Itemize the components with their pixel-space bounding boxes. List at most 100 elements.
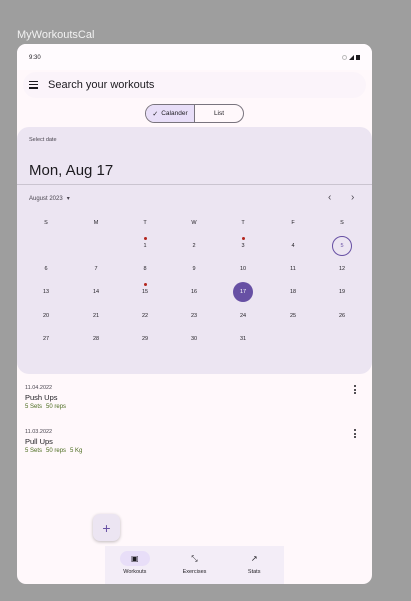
chevron-left-icon[interactable]: ‹ <box>328 192 331 203</box>
day-number: 13 <box>42 289 50 296</box>
day-number: 15 <box>141 289 149 296</box>
dumbbell-icon: ⤡ <box>191 553 198 563</box>
calendar-day[interactable]: 21 <box>86 306 106 326</box>
wifi-icon <box>342 55 347 60</box>
nav-label-stats: Stats <box>247 569 261 575</box>
day-number: 3 <box>241 243 245 249</box>
day-number: 31 <box>239 335 247 342</box>
day-number: 21 <box>92 312 100 319</box>
nav-label-exercises: Exercises <box>182 569 207 575</box>
workout-tag: 5 Kg <box>70 448 83 454</box>
bottom-navigation: ▣ Workouts ⤡ Exercises ↗ Stats <box>105 546 284 584</box>
day-number: 12 <box>338 266 346 273</box>
calendar-day[interactable]: 20 <box>36 306 56 326</box>
calendar-day[interactable]: 28 <box>86 329 106 349</box>
chevron-right-icon[interactable]: › <box>351 192 354 203</box>
day-number: 8 <box>143 266 147 273</box>
workout-tag: 5 Sets <box>25 448 43 454</box>
calendar-day[interactable]: 25 <box>283 306 303 326</box>
date-picker: Select date Mon, Aug 17 August 2023 ▾ ‹ … <box>17 127 372 374</box>
calendar-day[interactable]: 31 <box>233 329 253 349</box>
selected-date-headline: Mon, Aug 17 <box>29 162 114 179</box>
picker-label: Select date <box>29 137 57 143</box>
nav-label-workouts: Workouts <box>123 569 147 575</box>
search-input[interactable]: Search your workouts <box>48 79 154 91</box>
workout-tags: 5 Sets 50 reps 5 Kg <box>25 448 82 454</box>
nav-item-exercises[interactable]: ⤡ Exercises <box>165 546 225 584</box>
calendar-day[interactable]: 3 <box>233 236 253 256</box>
signal-icon <box>349 55 354 60</box>
day-number: 18 <box>289 289 297 296</box>
window-title: MyWorkoutsCal <box>17 29 95 41</box>
add-workout-button[interactable]: + <box>93 514 120 541</box>
calendar-day[interactable]: 13 <box>36 282 56 302</box>
trending-up-icon: ↗ <box>250 553 258 563</box>
calendar-day[interactable]: 24 <box>233 306 253 326</box>
day-number: 28 <box>92 335 100 342</box>
workout-indicator-dot <box>241 237 245 240</box>
menu-icon[interactable] <box>29 81 38 89</box>
weekday-label: S <box>340 220 344 226</box>
status-bar: 9:30 <box>17 44 372 70</box>
day-number: 29 <box>141 335 149 342</box>
calendar-day[interactable]: 10 <box>233 259 253 279</box>
list-view-button[interactable]: List <box>195 105 243 122</box>
calendar-day[interactable]: 5 <box>332 236 352 256</box>
calendar-day[interactable]: 4 <box>283 236 303 256</box>
calendar-day[interactable]: 22 <box>135 306 155 326</box>
calendar-day[interactable]: 23 <box>184 306 204 326</box>
calendar-day[interactable]: 2 <box>184 236 204 256</box>
month-year-dropdown[interactable]: August 2023 ▾ <box>29 195 70 203</box>
dropdown-arrow-icon: ▾ <box>66 196 70 202</box>
calendar-day[interactable]: 14 <box>86 282 106 302</box>
weekday-label: M <box>93 220 99 226</box>
workout-name: Pull Ups <box>25 437 53 446</box>
calendar-day[interactable]: 26 <box>332 306 352 326</box>
check-icon: ✓ <box>152 110 159 118</box>
search-bar[interactable]: Search your workouts <box>23 72 366 98</box>
day-number: 19 <box>338 289 346 296</box>
workout-name: Push Ups <box>25 393 58 402</box>
calendar-day[interactable]: 27 <box>36 329 56 349</box>
more-vert-icon[interactable] <box>354 385 357 394</box>
calendar-day[interactable]: 19 <box>332 282 352 302</box>
calendar-day[interactable]: 12 <box>332 259 352 279</box>
calendar-day[interactable]: 11 <box>283 259 303 279</box>
workout-tag: 5 Sets <box>25 404 43 410</box>
calendar-day[interactable]: 15 <box>135 282 155 302</box>
workout-card[interactable]: 11.04.2022 Push Ups 5 Sets 50 reps <box>17 385 372 427</box>
day-number: 5 <box>340 243 344 249</box>
weekday-label: F <box>291 220 295 226</box>
calendar-day[interactable]: 1 <box>135 236 155 256</box>
day-number: 20 <box>42 312 50 319</box>
workout-date: 11.04.2022 <box>25 385 53 391</box>
list-view-label: List <box>213 110 225 117</box>
day-number: 1 <box>143 243 147 249</box>
day-number: 24 <box>239 312 247 319</box>
nav-item-workouts[interactable]: ▣ Workouts <box>105 546 165 584</box>
day-number: 2 <box>192 243 196 249</box>
calendar-day[interactable]: 8 <box>135 259 155 279</box>
weekday-label: T <box>241 220 245 226</box>
calendar-day[interactable]: 9 <box>184 259 204 279</box>
calendar-day[interactable]: 30 <box>184 329 204 349</box>
calendar-day[interactable]: 17 <box>233 282 253 303</box>
day-number: 7 <box>94 266 98 273</box>
calendar-day[interactable]: 6 <box>36 259 56 279</box>
day-number: 17 <box>239 289 247 296</box>
day-number: 27 <box>42 335 50 342</box>
workout-indicator-dot <box>143 283 147 287</box>
nav-item-stats[interactable]: ↗ Stats <box>224 546 284 584</box>
status-time: 9:30 <box>29 55 41 61</box>
workout-tag: 50 reps <box>46 404 67 410</box>
calendar-day[interactable]: 18 <box>283 282 303 302</box>
weekday-label: W <box>191 220 197 226</box>
day-number: 22 <box>141 312 149 319</box>
more-vert-icon[interactable] <box>354 429 357 438</box>
calendar-day[interactable]: 16 <box>184 282 204 302</box>
month-label: August 2023 <box>29 195 63 202</box>
calendar-day[interactable]: 7 <box>86 259 106 279</box>
calendar-day[interactable]: 29 <box>135 329 155 349</box>
workout-card[interactable]: 11.03.2022 Pull Ups 5 Sets 50 reps 5 Kg <box>17 429 372 471</box>
calendar-view-button[interactable]: ✓ Calander <box>146 105 195 122</box>
